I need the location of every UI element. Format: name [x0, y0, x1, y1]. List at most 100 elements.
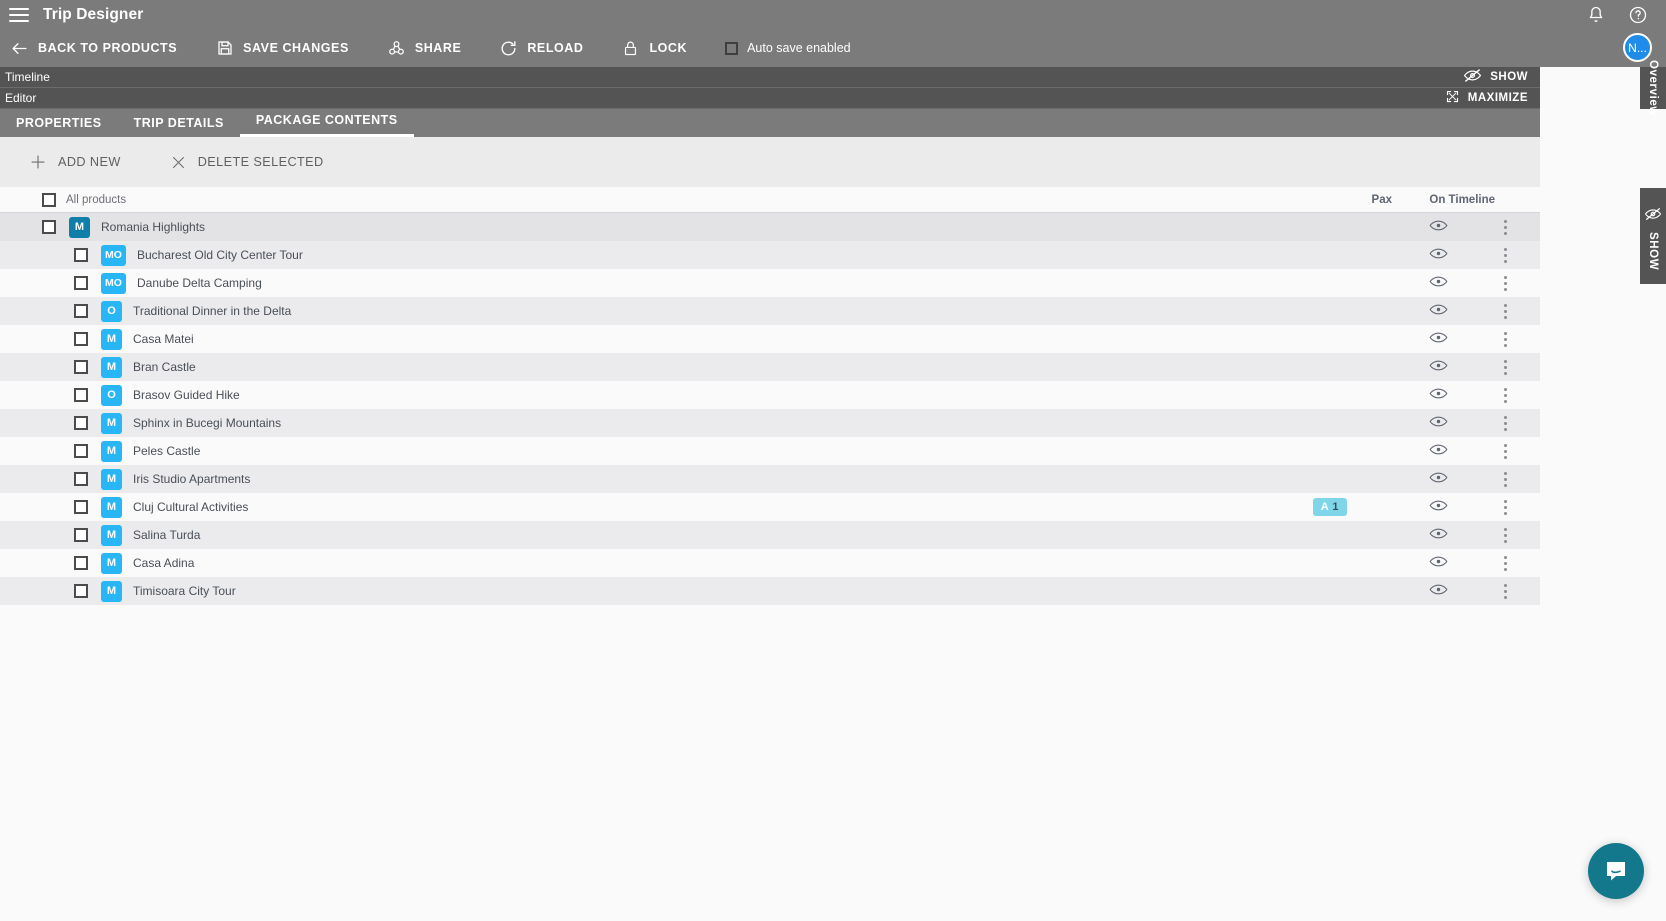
product-type-badge: M: [101, 412, 122, 434]
product-name: Timisoara City Tour: [133, 584, 236, 598]
delete-selected-button[interactable]: DELETE SELECTED: [170, 154, 324, 171]
row-menu-button[interactable]: [1503, 303, 1507, 319]
row-checkbox[interactable]: [74, 472, 88, 486]
lock-button[interactable]: LOCK: [621, 29, 687, 67]
row-checkbox[interactable]: [74, 248, 88, 262]
eye-icon[interactable]: [1429, 275, 1448, 291]
row-menu-button[interactable]: [1503, 331, 1507, 347]
eye-icon[interactable]: [1429, 303, 1448, 319]
row-checkbox[interactable]: [74, 388, 88, 402]
tab-trip-details[interactable]: TRIP DETAILS: [118, 116, 240, 137]
eye-icon[interactable]: [1429, 499, 1448, 515]
row-checkbox[interactable]: [74, 444, 88, 458]
eye-icon[interactable]: [1429, 219, 1448, 235]
row-menu-button[interactable]: [1503, 499, 1507, 515]
maximize-icon: [1445, 89, 1460, 107]
row-checkbox[interactable]: [42, 220, 56, 234]
row-menu-button[interactable]: [1503, 415, 1507, 431]
row-checkbox[interactable]: [74, 500, 88, 514]
eye-icon[interactable]: [1429, 331, 1448, 347]
table-row[interactable]: M Bran Castle: [0, 353, 1540, 381]
row-menu-button[interactable]: [1503, 359, 1507, 375]
table-row[interactable]: M Cluj Cultural Activities A 1: [0, 493, 1540, 521]
row-menu-button[interactable]: [1503, 583, 1507, 599]
eye-icon[interactable]: [1429, 387, 1448, 403]
overview-rail-tab[interactable]: Overview: [1640, 60, 1666, 116]
table-header-row: All products Pax On Timeline: [0, 187, 1540, 213]
editor-panel-bar: Editor MAXIMIZE: [0, 88, 1540, 109]
product-name: Casa Adina: [133, 556, 195, 570]
tab-properties[interactable]: PROPERTIES: [0, 116, 118, 137]
product-name: Traditional Dinner in the Delta: [133, 304, 292, 318]
table-row[interactable]: MO Danube Delta Camping: [0, 269, 1540, 297]
row-checkbox[interactable]: [74, 556, 88, 570]
table-row[interactable]: M Iris Studio Apartments: [0, 465, 1540, 493]
row-checkbox[interactable]: [74, 360, 88, 374]
row-checkbox[interactable]: [74, 416, 88, 430]
row-checkbox[interactable]: [74, 584, 88, 598]
hamburger-icon[interactable]: [9, 7, 29, 22]
row-menu-button[interactable]: [1503, 387, 1507, 403]
row-checkbox[interactable]: [74, 276, 88, 290]
back-to-products-label: BACK TO PRODUCTS: [38, 41, 178, 55]
eye-icon[interactable]: [1429, 527, 1448, 543]
share-icon: [387, 39, 406, 58]
table-row[interactable]: O Brasov Guided Hike: [0, 381, 1540, 409]
add-new-button[interactable]: ADD NEW: [29, 153, 121, 171]
bell-icon[interactable]: [1586, 5, 1606, 25]
row-menu-button[interactable]: [1503, 527, 1507, 543]
table-row[interactable]: M Sphinx in Bucegi Mountains: [0, 409, 1540, 437]
save-changes-button[interactable]: SAVE CHANGES: [215, 29, 349, 67]
add-new-label: ADD NEW: [58, 155, 121, 169]
row-menu-button[interactable]: [1503, 275, 1507, 291]
row-menu-button[interactable]: [1503, 443, 1507, 459]
tab-package-contents[interactable]: PACKAGE CONTENTS: [239, 113, 414, 137]
row-menu-button[interactable]: [1503, 219, 1507, 235]
row-menu-button[interactable]: [1503, 555, 1507, 571]
table-row[interactable]: M Casa Adina: [0, 549, 1540, 577]
table-row[interactable]: M Salina Turda: [0, 521, 1540, 549]
timeline-show-button[interactable]: SHOW: [1463, 68, 1528, 86]
avatar[interactable]: N...: [1623, 33, 1652, 62]
auto-save-toggle[interactable]: Auto save enabled: [725, 29, 851, 67]
show-rail-label: SHOW: [1647, 232, 1659, 271]
page-title: Trip Designer: [43, 5, 144, 23]
table-row[interactable]: O Traditional Dinner in the Delta: [0, 297, 1540, 325]
editor-maximize-button[interactable]: MAXIMIZE: [1445, 89, 1528, 107]
chat-bubble-icon[interactable]: [1588, 843, 1644, 899]
help-icon[interactable]: [1628, 5, 1648, 25]
table-row[interactable]: M Romania Highlights: [0, 213, 1540, 241]
column-header-on-timeline: On Timeline: [1429, 193, 1495, 206]
back-to-products-button[interactable]: BACK TO PRODUCTS: [10, 29, 177, 67]
delete-selected-label: DELETE SELECTED: [197, 155, 324, 169]
eye-icon[interactable]: [1429, 471, 1448, 487]
table-row[interactable]: M Casa Matei: [0, 325, 1540, 353]
eye-icon[interactable]: [1429, 583, 1448, 599]
row-menu-button[interactable]: [1503, 247, 1507, 263]
eye-icon[interactable]: [1429, 443, 1448, 459]
select-all-checkbox[interactable]: [42, 192, 56, 207]
editor-panel-title: Editor: [5, 91, 37, 105]
product-name: Peles Castle: [133, 444, 201, 458]
product-name: Brasov Guided Hike: [133, 388, 240, 402]
row-checkbox[interactable]: [74, 332, 88, 346]
table-row[interactable]: M Timisoara City Tour: [0, 577, 1540, 605]
auto-save-checkbox[interactable]: [725, 41, 739, 55]
row-menu-button[interactable]: [1503, 471, 1507, 487]
editor-maximize-label: MAXIMIZE: [1467, 92, 1528, 104]
show-rail-tab[interactable]: SHOW: [1640, 188, 1666, 284]
row-checkbox[interactable]: [74, 304, 88, 318]
eye-icon[interactable]: [1429, 247, 1448, 263]
row-checkbox[interactable]: [74, 528, 88, 542]
share-button[interactable]: SHARE: [387, 29, 462, 67]
lock-label: LOCK: [649, 41, 688, 55]
reload-button[interactable]: RELOAD: [499, 29, 583, 67]
table-row[interactable]: MO Bucharest Old City Center Tour: [0, 241, 1540, 269]
product-name: Casa Matei: [133, 332, 194, 346]
product-type-badge: M: [101, 440, 122, 462]
eye-icon[interactable]: [1429, 415, 1448, 431]
product-type-badge: M: [101, 356, 122, 378]
eye-icon[interactable]: [1429, 359, 1448, 375]
table-row[interactable]: M Peles Castle: [0, 437, 1540, 465]
eye-icon[interactable]: [1429, 555, 1448, 571]
